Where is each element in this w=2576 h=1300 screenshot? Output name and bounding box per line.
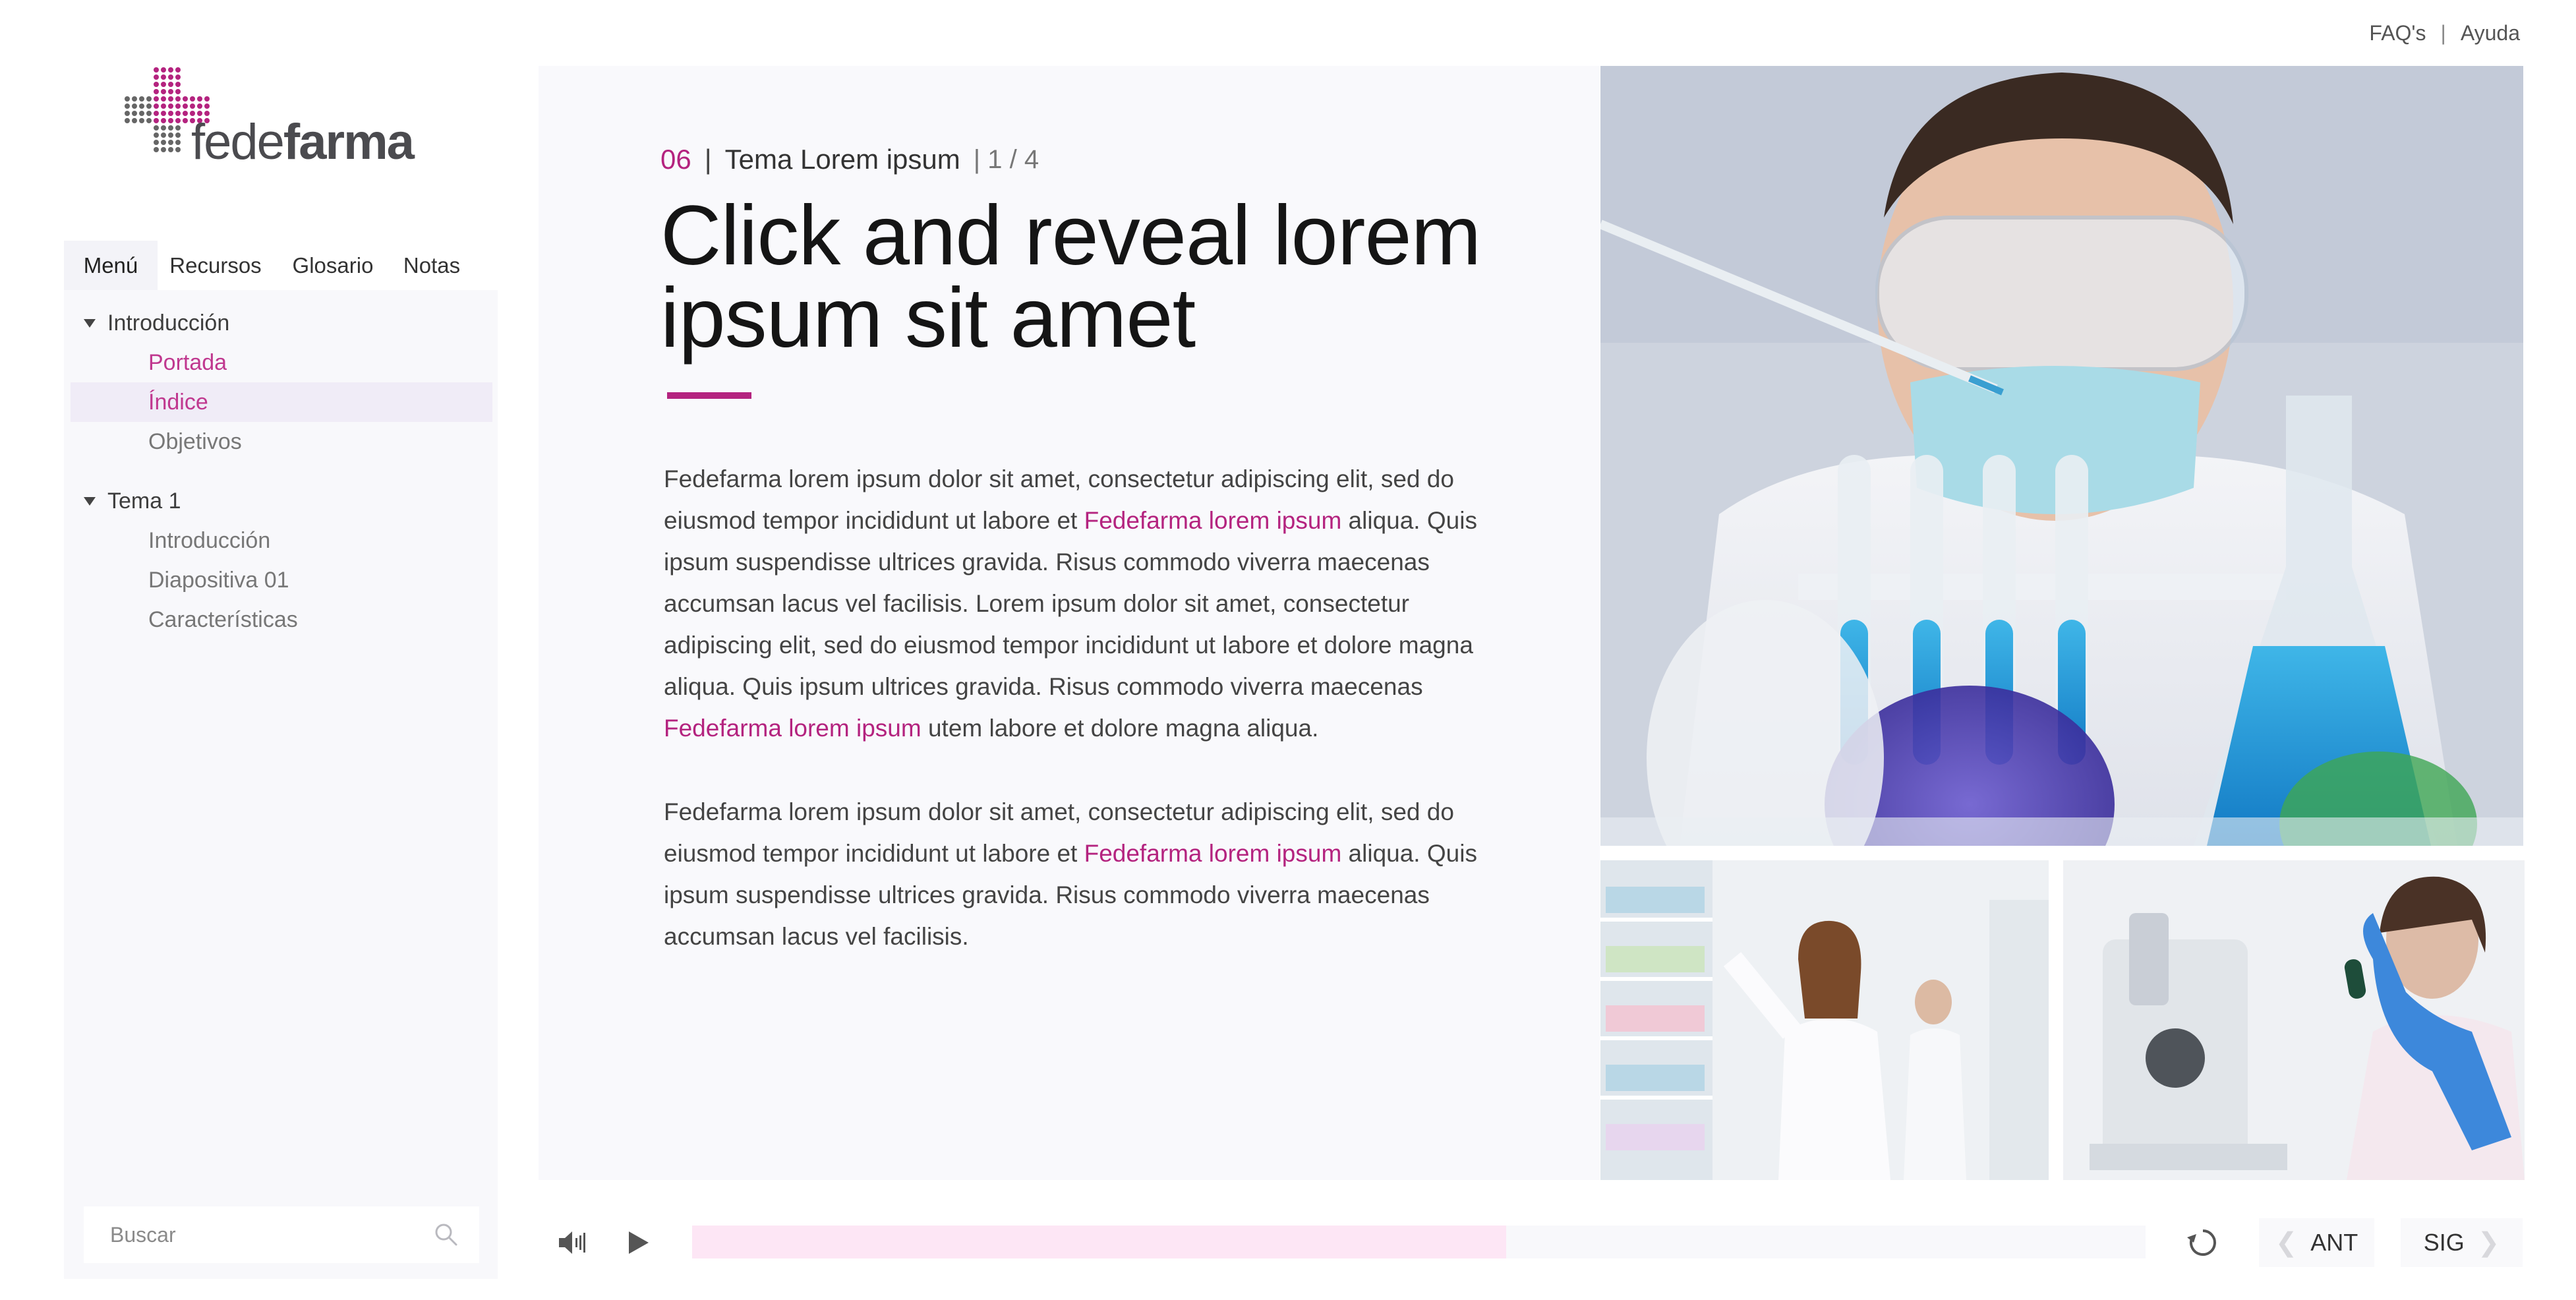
expand-triangle-icon <box>84 318 96 328</box>
search-input[interactable] <box>110 1222 433 1247</box>
tab-glossary[interactable]: Glosario <box>274 241 392 290</box>
menu-item-diapositiva-01[interactable]: Diapositiva 01 <box>71 560 492 600</box>
menu-item-introduccion[interactable]: Introducción <box>71 521 492 560</box>
pharmacy-illustration <box>1600 860 2049 1180</box>
tab-menu[interactable]: Menú <box>64 241 158 290</box>
sidebar: Menú Recursos Glosario Notas Introducció… <box>64 241 498 1279</box>
tab-notes[interactable]: Notas <box>392 241 471 290</box>
body-paragraph-1: Fedefarma lorem ipsum dolor sit amet, co… <box>664 458 1508 749</box>
speaker-icon[interactable] <box>552 1223 591 1262</box>
expand-triangle-icon <box>84 496 96 506</box>
slide-breadcrumb: 06 | Tema Lorem ipsum | 1 / 4 <box>660 144 1039 175</box>
highlight-text: Fedefarma lorem ipsum <box>664 715 922 742</box>
tab-resources[interactable]: Recursos <box>158 241 274 290</box>
lab-scientist-image <box>1600 66 2523 846</box>
content-panel: 06 | Tema Lorem ipsum | 1 / 4 Click and … <box>539 66 1600 1180</box>
lab-scientist-illustration <box>1600 66 2523 846</box>
faq-link[interactable]: FAQ's <box>2369 21 2426 45</box>
body-text: aliqua. Quis ipsum suspendisse ultrices … <box>664 507 1477 700</box>
slide-number: 06 <box>660 144 691 175</box>
menu-item-portada[interactable]: Portada <box>71 343 492 382</box>
chevron-left-icon: ❮ <box>2275 1228 2298 1257</box>
menu-group-label: Introducción <box>107 310 230 336</box>
body-paragraph-2: Fedefarma lorem ipsum dolor sit amet, co… <box>664 791 1508 957</box>
logo-wordmark: fedefarma <box>191 114 415 170</box>
progress-bar[interactable] <box>692 1226 2146 1258</box>
slide-title: Click and reveal lorem ipsum sit amet <box>660 189 1481 365</box>
course-player: FAQ's | Ayuda fedefarma Menú Recursos Gl… <box>0 0 2576 1300</box>
fedefarma-logo[interactable]: fedefarma <box>122 66 438 170</box>
menu-group-introduction[interactable]: Introducción <box>71 303 492 343</box>
sidebar-tabs: Menú Recursos Glosario Notas <box>64 241 498 290</box>
pharmacy-image <box>1600 860 2049 1180</box>
help-link[interactable]: Ayuda <box>2461 21 2520 45</box>
menu-group-tema-1[interactable]: Tema 1 <box>71 481 492 521</box>
menu-tree: Introducción Portada Índice Objetivos Te… <box>71 303 492 639</box>
highlight-text: Fedefarma lorem ipsum <box>1084 507 1342 534</box>
topic-name: Tema Lorem ipsum <box>724 144 960 175</box>
page-counter: | 1 / 4 <box>973 144 1039 174</box>
title-underline <box>667 392 751 399</box>
next-label: SIG <box>2423 1229 2465 1256</box>
top-links: FAQ's | Ayuda <box>2369 21 2520 45</box>
player-controls: ❮ ANT SIG ❯ <box>539 1210 2523 1276</box>
body-text: utem labore et dolore magna aliqua. <box>921 715 1319 742</box>
lab-sample-illustration <box>2063 860 2525 1180</box>
previous-label: ANT <box>2310 1229 2358 1256</box>
play-icon[interactable] <box>618 1223 657 1262</box>
menu-item-objetivos[interactable]: Objetivos <box>71 422 492 461</box>
previous-button[interactable]: ❮ ANT <box>2259 1218 2374 1267</box>
link-separator: | <box>2440 21 2446 45</box>
breadcrumb-separator: | <box>704 144 712 175</box>
menu-item-indice[interactable]: Índice <box>71 382 492 422</box>
highlight-text: Fedefarma lorem ipsum <box>1084 840 1342 867</box>
menu-item-caracteristicas[interactable]: Características <box>71 600 492 639</box>
next-button[interactable]: SIG ❯ <box>2401 1218 2523 1267</box>
search-box <box>84 1206 479 1263</box>
replay-icon[interactable] <box>2183 1223 2223 1262</box>
chevron-right-icon: ❯ <box>2477 1228 2500 1257</box>
search-icon[interactable] <box>433 1222 459 1248</box>
lab-sample-image <box>2063 860 2525 1180</box>
progress-fill <box>692 1226 1506 1258</box>
menu-group-label: Tema 1 <box>107 488 181 514</box>
